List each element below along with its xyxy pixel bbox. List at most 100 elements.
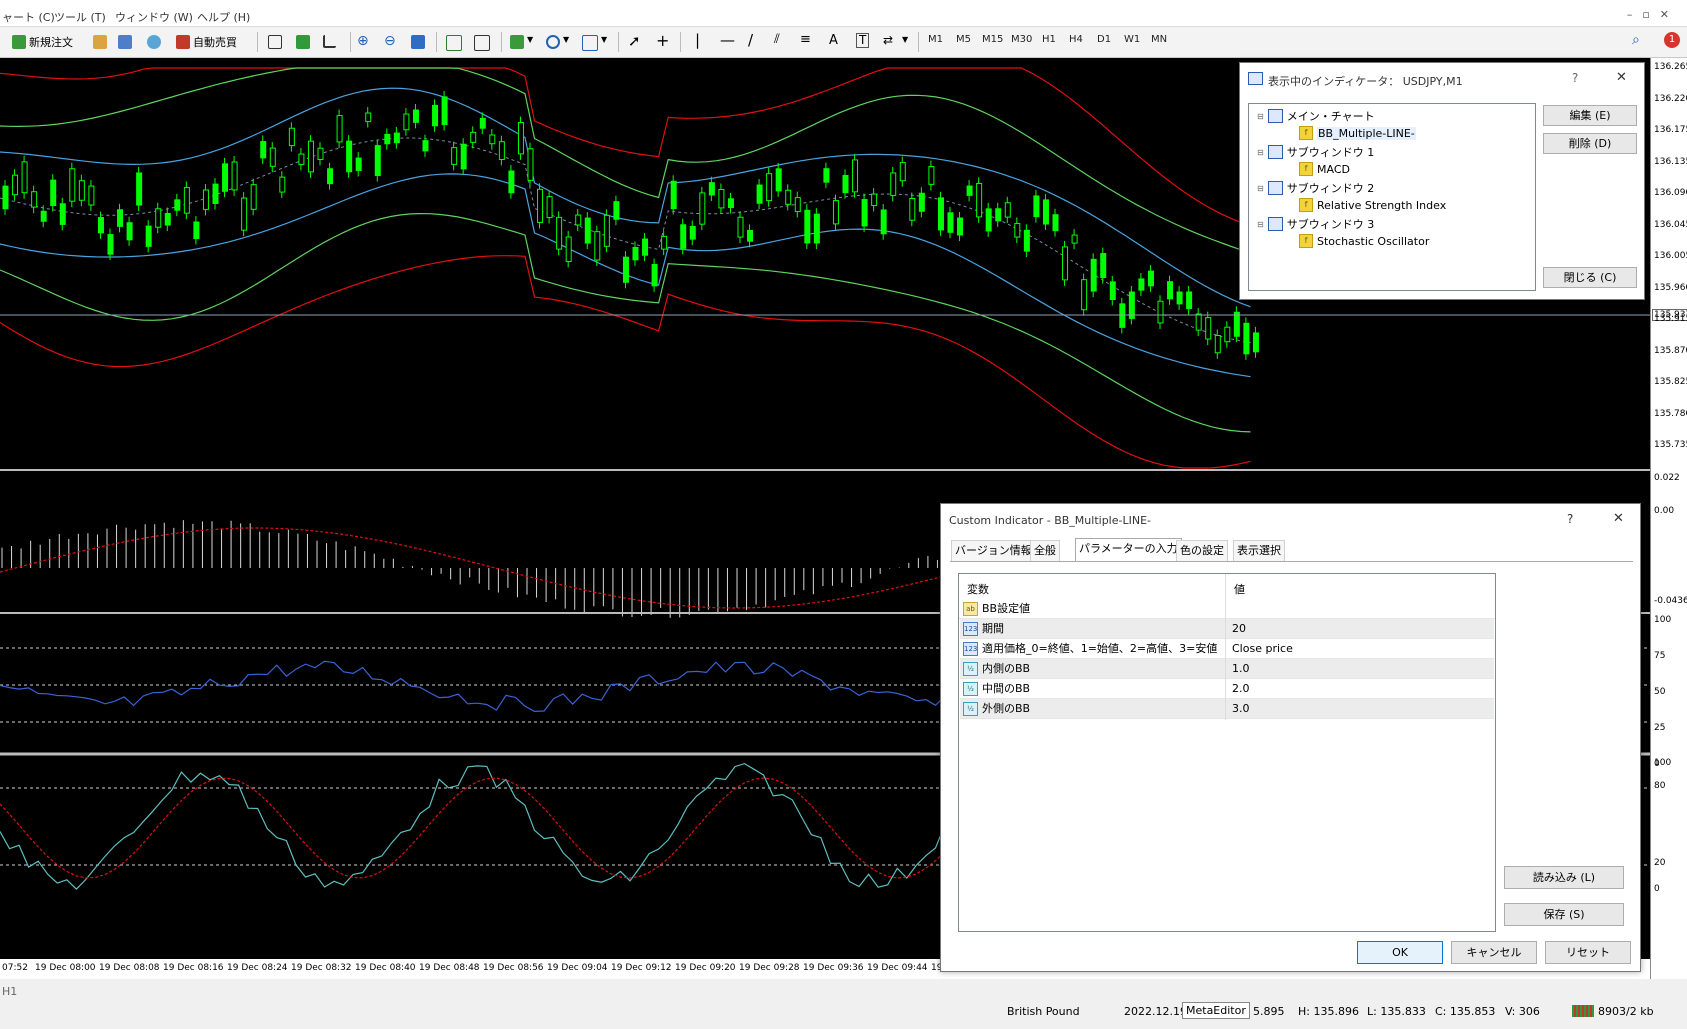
timeframe-h1[interactable]: H1 (1042, 34, 1056, 45)
save-button[interactable]: 保存 (S) (1504, 903, 1624, 926)
time-label: 19 Dec 08:00 (35, 963, 96, 973)
load-button[interactable]: 読み込み (L) (1504, 866, 1624, 889)
notification-badge[interactable]: 1 (1664, 32, 1680, 48)
tab-version-info[interactable]: バージョン情報 (951, 540, 1036, 561)
navigator-icon[interactable] (147, 35, 161, 49)
vertical-line-icon[interactable]: | (695, 31, 700, 49)
toolbar: 新規注文 自動売買 ⊕ ⊖ ▼ ▼ ▼ ➚ + | — / ⫽ ≡ A T ⇄ … (0, 27, 1687, 58)
candle (785, 189, 792, 205)
timeframe-h4[interactable]: H4 (1069, 34, 1083, 45)
candle (1138, 278, 1145, 291)
period-dropdown-icon[interactable]: ▼ (563, 35, 569, 44)
time-label: 19 Dec 08:08 (99, 963, 160, 973)
templates-icon[interactable] (582, 35, 598, 51)
close-icon[interactable]: ✕ (1616, 70, 1627, 85)
column-name-header[interactable]: 変数 (967, 581, 989, 597)
tab-visualization[interactable]: 表示選択 (1233, 540, 1285, 561)
tab-general[interactable]: 全般 (1030, 540, 1060, 561)
tab-colors[interactable]: 色の設定 (1176, 540, 1228, 561)
tree-node-stochastic[interactable]: f Stochastic Oscillator (1299, 234, 1429, 248)
cursor-icon[interactable]: ➚ (628, 32, 641, 50)
horizontal-line-icon[interactable]: — (720, 31, 735, 49)
text-label-icon[interactable]: T (856, 33, 870, 48)
window-controls[interactable]: –▫✕ (1627, 8, 1679, 21)
candle (164, 212, 171, 226)
tree-node-subwindow-3[interactable]: ⊟ サブウィンドウ 3 (1257, 216, 1374, 232)
candle (460, 143, 467, 170)
timeframe-m1[interactable]: M1 (928, 34, 943, 45)
tree-node-macd[interactable]: f MACD (1299, 162, 1350, 176)
menu-tools[interactable]: ツール (T) (54, 9, 106, 25)
bar-chart-icon[interactable] (268, 35, 282, 49)
timeframe-w1[interactable]: W1 (1124, 34, 1140, 45)
timeframe-d1[interactable]: D1 (1097, 34, 1111, 45)
param-row-period[interactable]: 123 期間 20 (960, 619, 1494, 639)
menu-help[interactable]: ヘルプ (H) (197, 9, 250, 25)
param-row-middle-bb[interactable]: ½ 中間のBB 2.0 (960, 679, 1494, 699)
arrows-icon[interactable]: ⇄ (883, 33, 893, 47)
candle (1186, 291, 1193, 310)
close-icon[interactable]: ✕ (1613, 511, 1624, 526)
ok-button[interactable]: OK (1357, 941, 1443, 964)
timeframe-m15[interactable]: M15 (982, 34, 1003, 45)
timeframe-m5[interactable]: M5 (956, 34, 971, 45)
arrows-dropdown-icon[interactable]: ▼ (902, 35, 908, 44)
chart-shift-icon[interactable] (474, 35, 490, 51)
help-icon[interactable]: ? (1572, 71, 1578, 85)
tree-node-subwindow-1[interactable]: ⊟ サブウィンドウ 1 (1257, 144, 1374, 160)
candle (432, 104, 439, 127)
parameter-table: 変数 値 ab BB設定値 123 期間 20 123 適用価格_0=終値、1=始値、2… (958, 573, 1496, 932)
tree-node-main-chart[interactable]: ⊟ メイン・チャート (1257, 108, 1375, 124)
reset-button[interactable]: リセット (1545, 941, 1631, 964)
data-window-icon[interactable] (118, 35, 132, 49)
int-param-icon: 123 (963, 622, 978, 636)
trendline-icon[interactable]: / (748, 31, 753, 49)
cancel-button[interactable]: キャンセル (1451, 941, 1537, 964)
indicators-dropdown-icon[interactable]: ▼ (527, 35, 533, 44)
zoom-in-icon[interactable]: ⊕ (357, 33, 369, 49)
channel-icon[interactable]: ⫽ (774, 32, 780, 47)
text-icon[interactable]: A (829, 33, 838, 48)
auto-trade-button[interactable]: 自動売買 (176, 32, 237, 52)
indicators-icon[interactable] (510, 35, 524, 49)
param-row-bb-settings[interactable]: ab BB設定値 (960, 599, 1494, 619)
column-value-header[interactable]: 値 (1234, 581, 1245, 597)
new-order-button[interactable]: 新規注文 (12, 32, 73, 52)
candle (136, 172, 143, 206)
tree-node-bb-multiple[interactable]: f BB_Multiple-LINE- (1299, 126, 1416, 140)
param-row-outer-bb[interactable]: ½ 外側のBB 3.0 (960, 699, 1494, 719)
menu-chart[interactable]: ャート (C) (2, 9, 55, 25)
timeframe-m30[interactable]: M30 (1011, 34, 1032, 45)
indicator-dialog-title: 表示中のインディケータ： USDJPY,M1 (1268, 75, 1463, 88)
delete-button[interactable]: 削除 (D) (1543, 133, 1637, 154)
int-param-icon: 123 (963, 642, 978, 656)
candle (584, 217, 591, 244)
zoom-out-icon[interactable]: ⊖ (384, 33, 396, 49)
tab-parameters[interactable]: パラメーターの入力 (1075, 538, 1182, 562)
market-watch-icon[interactable] (93, 35, 107, 49)
search-icon[interactable]: ⌕ (1632, 32, 1640, 48)
fibonacci-icon[interactable]: ≡ (800, 32, 811, 47)
indicator-icon: f (1299, 198, 1313, 212)
menu-window[interactable]: ウィンドウ (W) (115, 9, 193, 25)
tree-node-subwindow-2[interactable]: ⊟ サブウィンドウ 2 (1257, 180, 1374, 196)
crosshair-icon[interactable]: + (656, 31, 669, 50)
tree-node-rsi[interactable]: f Relative Strength Index (1299, 198, 1446, 212)
candle (155, 208, 162, 228)
stoch-axis-label: 100 (1654, 758, 1672, 768)
timeframe-mn[interactable]: MN (1151, 34, 1167, 45)
line-chart-icon[interactable] (323, 35, 336, 48)
auto-scroll-icon[interactable] (446, 35, 462, 51)
param-row-applied-price[interactable]: 123 適用価格_0=終値、1=始値、2=高値、3=安値 Close price (960, 639, 1494, 659)
tile-windows-icon[interactable] (411, 35, 425, 49)
period-icon[interactable] (546, 35, 560, 49)
candle (804, 209, 811, 244)
close-button[interactable]: 閉じる (C) (1543, 267, 1637, 288)
time-label: 19 Dec 08:48 (419, 963, 480, 973)
templates-dropdown-icon[interactable]: ▼ (601, 35, 607, 44)
edit-button[interactable]: 編集 (E) (1543, 105, 1637, 126)
help-icon[interactable]: ? (1567, 512, 1573, 526)
candle-chart-icon[interactable] (296, 35, 310, 49)
param-row-inner-bb[interactable]: ½ 内側のBB 1.0 (960, 659, 1494, 679)
candle (279, 176, 286, 193)
